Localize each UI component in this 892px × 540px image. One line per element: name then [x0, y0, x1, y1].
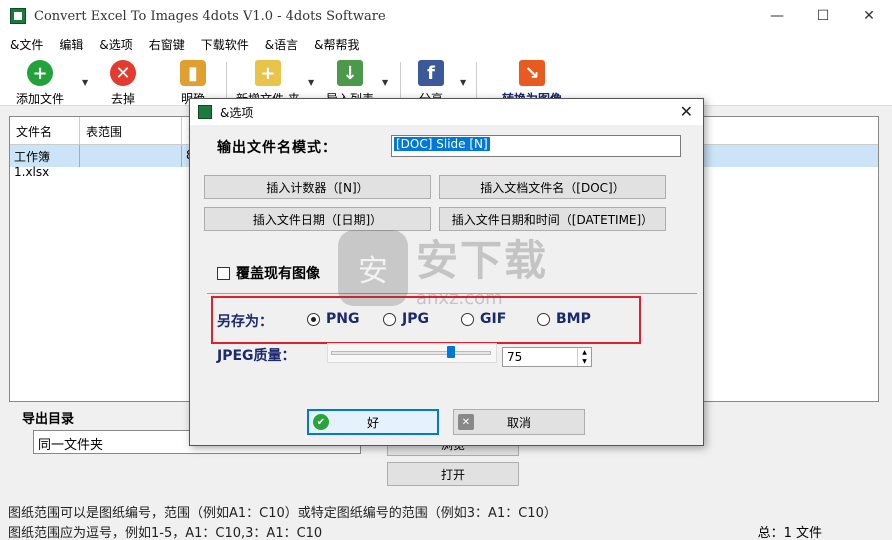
share-dropdown-icon[interactable]: ▼ [460, 78, 466, 87]
close-button[interactable]: ✕ [846, 0, 892, 32]
import-icon: ↓ [337, 60, 363, 86]
ok-button[interactable]: ✔ 好 [307, 409, 439, 435]
watermark: 安 安下载 anxz.com [338, 228, 558, 309]
add-file-dropdown-icon[interactable]: ▼ [82, 78, 88, 87]
hint-line-2: 图纸范围应为逗号，例如1-5，A1：C10,3：A1：C10 [8, 526, 323, 540]
hint-line-1: 图纸范围可以是图纸编号，范围（例如A1：C10）或特定图纸编号的范围（例如3：A… [8, 506, 557, 521]
check-icon: ✔ [313, 414, 329, 430]
radio-bmp[interactable]: BMP [537, 311, 591, 327]
plus-icon: + [27, 60, 53, 86]
menu-language[interactable]: &语言 [265, 36, 298, 53]
menu-help[interactable]: &帮帮我 [314, 36, 359, 53]
minimize-button[interactable]: — [754, 0, 800, 32]
insert-docname-button[interactable]: 插入文档文件名（[DOC]） [439, 175, 666, 199]
menu-options[interactable]: &选项 [99, 36, 132, 53]
radio-unselected-icon [461, 312, 474, 326]
filename-pattern-input[interactable]: [DOC] Slide [N] [391, 135, 681, 157]
checkbox-icon [217, 266, 230, 280]
cell-filename: 工作簿1.xlsx [10, 145, 80, 179]
cancel-icon: ✕ [458, 414, 474, 430]
radio-jpg[interactable]: JPG [383, 311, 429, 327]
new-folder-dropdown-icon[interactable]: ▼ [308, 78, 314, 87]
dialog-close-button[interactable]: ✕ [680, 102, 693, 121]
save-as-label: 另存为： [217, 314, 273, 330]
dialog-title-bar: &选项 ✕ [190, 99, 703, 125]
cancel-button[interactable]: ✕ 取消 [453, 409, 585, 435]
spin-up-icon[interactable]: ▲ [582, 349, 587, 356]
dialog-app-icon [198, 105, 212, 119]
slider-track [331, 351, 491, 355]
export-dir-label: 导出目录 [22, 412, 75, 427]
radio-png[interactable]: PNG [307, 311, 359, 327]
remove-button[interactable]: ✕ 去掉 [110, 60, 136, 107]
menu-edit[interactable]: 编辑 [59, 36, 83, 53]
slider-thumb[interactable] [447, 346, 455, 358]
jpeg-quality-value[interactable]: 75 [503, 348, 577, 366]
column-header-filename[interactable]: 文件名 [10, 117, 80, 144]
radio-unselected-icon [537, 312, 550, 326]
dialog-title: &选项 [220, 105, 254, 120]
toolbar-separator [226, 62, 227, 102]
watermark-url: anxz.com [416, 288, 503, 309]
menu-bar: &文件 编辑 &选项 右窗键 下载软件 &语言 &帮帮我 [0, 32, 892, 56]
remove-icon: ✕ [110, 60, 136, 86]
import-dropdown-icon[interactable]: ▼ [382, 78, 388, 87]
spin-down-icon[interactable]: ▼ [582, 358, 587, 365]
menu-download[interactable]: 下载软件 [201, 36, 249, 53]
convert-arrow-icon: ↘ [519, 60, 545, 86]
radio-unselected-icon [383, 312, 396, 326]
facebook-icon: f [418, 60, 444, 86]
filename-pattern-label: 输出文件名模式： [217, 140, 337, 156]
insert-counter-button[interactable]: 插入计数器（[N]） [204, 175, 431, 199]
add-file-button[interactable]: + 添加文件 [16, 60, 64, 107]
column-header-range[interactable]: 表范围 [80, 117, 182, 144]
jpeg-quality-spinner[interactable]: 75 ▲ ▼ [502, 347, 592, 367]
title-bar: Convert Excel To Images 4dots V1.0 - 4do… [0, 0, 892, 32]
menu-file[interactable]: &文件 [10, 36, 43, 53]
total-files-status: 总：1 文件 [757, 526, 822, 540]
cell-range [80, 145, 182, 167]
jpeg-quality-label: JPEG质量： [217, 348, 296, 364]
menu-context[interactable]: 右窗键 [149, 36, 185, 53]
app-icon [10, 8, 26, 24]
folder-plus-icon: + [254, 60, 281, 86]
toolbar-separator [476, 62, 477, 102]
broom-icon: ▮ [180, 60, 206, 86]
radio-gif[interactable]: GIF [461, 311, 506, 327]
overwrite-checkbox[interactable]: 覆盖现有图像 [217, 263, 320, 283]
radio-selected-icon [307, 312, 320, 326]
toolbar-separator [400, 62, 401, 102]
shield-icon: 安 [338, 230, 408, 306]
maximize-button[interactable]: ☐ [800, 0, 846, 32]
window-title: Convert Excel To Images 4dots V1.0 - 4do… [34, 8, 386, 24]
watermark-title: 安下载 [416, 236, 549, 285]
open-button[interactable]: 打开 [387, 462, 519, 486]
